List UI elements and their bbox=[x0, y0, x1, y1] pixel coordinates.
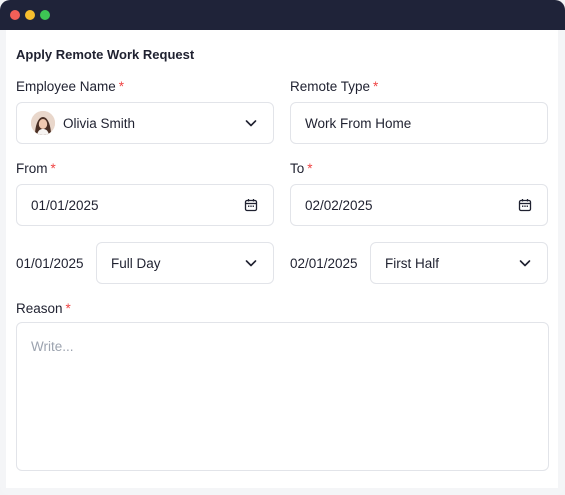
required-asterisk: * bbox=[50, 161, 56, 176]
form-title: Apply Remote Work Request bbox=[16, 47, 195, 62]
from-session-select[interactable]: Full Day bbox=[96, 242, 274, 284]
reason-placeholder: Write... bbox=[31, 339, 74, 354]
reason-textarea[interactable]: Write... bbox=[16, 322, 549, 471]
employee-name-select[interactable]: Olivia Smith bbox=[16, 102, 274, 144]
employee-name-label-text: Employee Name bbox=[16, 79, 116, 94]
from-date-input[interactable]: 01/01/2025 bbox=[16, 184, 274, 226]
chevron-down-icon bbox=[517, 255, 533, 271]
calendar-icon[interactable] bbox=[517, 197, 533, 213]
window-maximize-button[interactable] bbox=[40, 10, 50, 20]
to-session-date: 02/01/2025 bbox=[290, 256, 358, 271]
to-label: To * bbox=[290, 161, 313, 176]
remote-type-label: Remote Type * bbox=[290, 79, 378, 94]
window-close-button[interactable] bbox=[10, 10, 20, 20]
required-asterisk: * bbox=[65, 301, 71, 316]
remote-type-input[interactable]: Work From Home bbox=[290, 102, 548, 144]
from-label: From * bbox=[16, 161, 56, 176]
chevron-down-icon bbox=[243, 115, 259, 131]
required-asterisk: * bbox=[373, 79, 379, 94]
to-date-input[interactable]: 02/02/2025 bbox=[290, 184, 548, 226]
from-label-text: From bbox=[16, 161, 48, 176]
remote-type-label-text: Remote Type bbox=[290, 79, 371, 94]
to-session-value: First Half bbox=[385, 255, 439, 271]
employee-name-label: Employee Name * bbox=[16, 79, 124, 94]
to-label-text: To bbox=[290, 161, 305, 176]
required-asterisk: * bbox=[307, 161, 313, 176]
employee-avatar bbox=[31, 111, 55, 135]
to-date-value: 02/02/2025 bbox=[305, 197, 373, 213]
calendar-icon[interactable] bbox=[243, 197, 259, 213]
from-date-value: 01/01/2025 bbox=[31, 197, 99, 213]
from-session-value: Full Day bbox=[111, 255, 161, 271]
chevron-down-icon bbox=[243, 255, 259, 271]
employee-name-value: Olivia Smith bbox=[63, 115, 136, 131]
reason-label-text: Reason bbox=[16, 301, 63, 316]
window-minimize-button[interactable] bbox=[25, 10, 35, 20]
reason-label: Reason * bbox=[16, 301, 71, 316]
from-session-date: 01/01/2025 bbox=[16, 256, 84, 271]
to-session-select[interactable]: First Half bbox=[370, 242, 548, 284]
remote-type-value: Work From Home bbox=[305, 115, 412, 131]
window-titlebar bbox=[0, 0, 565, 30]
required-asterisk: * bbox=[118, 79, 125, 94]
app-window: Apply Remote Work Request Employee Name *… bbox=[0, 0, 565, 495]
